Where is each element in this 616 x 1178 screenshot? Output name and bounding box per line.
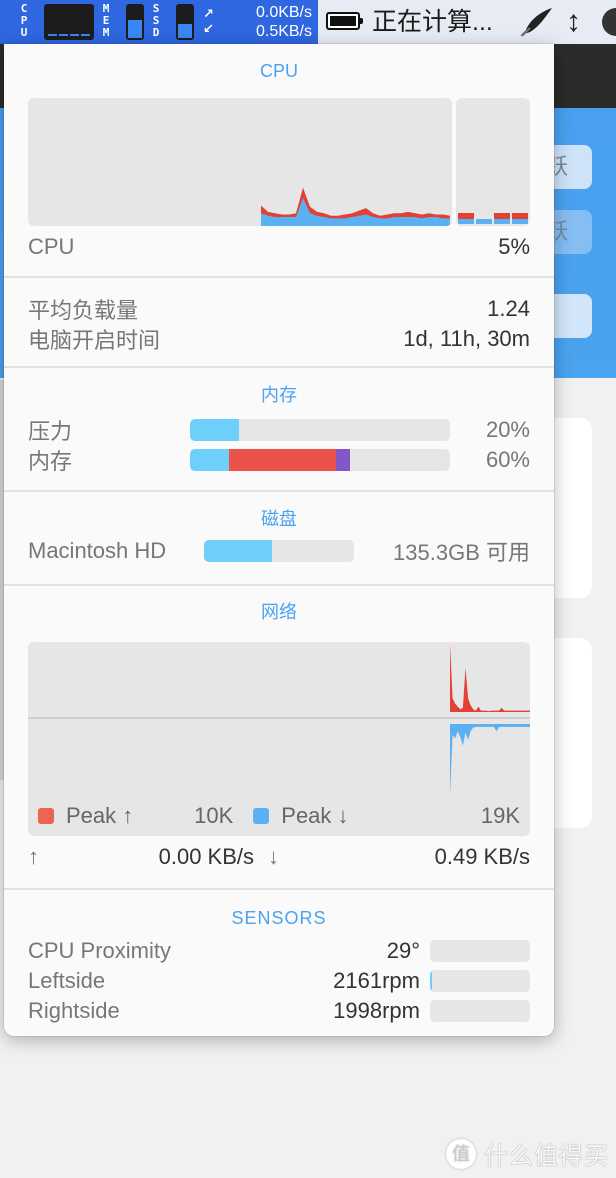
disk-free-value: 135.3GB 可用 xyxy=(393,540,530,565)
cpu-menubar-label: C P U xyxy=(20,2,28,39)
sensor-row: Rightside 1998rpm xyxy=(4,996,554,1026)
mem-gauge-fill xyxy=(128,20,142,38)
memory-pressure-fill xyxy=(190,419,240,441)
memory-pressure-label: 压力 xyxy=(28,419,73,444)
sensor-label: CPU Proximity xyxy=(28,938,172,963)
sensor-bar xyxy=(430,970,530,992)
menubar-overflow-icon[interactable] xyxy=(602,8,616,36)
load-section: 平均负载量 1.24 电脑开启时间 1d, 11h, 30m xyxy=(4,278,554,368)
istat-popup: CPU CPU 5% 平均负载量 1.24 电脑开启时间 1d, 11h, 30… xyxy=(4,44,554,1036)
sensor-row: CPU Proximity 29° xyxy=(4,936,554,966)
cpu-core-bar xyxy=(512,212,528,224)
memory-usage-row: 内存 60% xyxy=(4,445,554,475)
disk-row: Macintosh HD 135.3GB 可用 xyxy=(4,531,554,571)
disk-used-fill xyxy=(204,540,272,562)
cpu-core-user xyxy=(512,218,528,224)
mem-menubar-label: M E M xyxy=(102,2,110,39)
load-average-label: 平均负载量 xyxy=(28,298,139,323)
disk-usage-bar xyxy=(204,540,354,562)
sensor-value: 1998rpm xyxy=(333,998,420,1023)
memory-usage-label: 内存 xyxy=(28,449,73,474)
cpu-core-user xyxy=(494,218,510,224)
cpu-menubar-graph[interactable] xyxy=(44,4,94,40)
memory-pressure-bar xyxy=(190,419,450,441)
network-upload-area xyxy=(450,644,530,712)
peak-down-value: 19K xyxy=(480,803,520,828)
mem-menubar-gauge[interactable] xyxy=(126,4,144,40)
cpu-history-svg xyxy=(261,187,450,226)
sensor-bar xyxy=(430,940,530,962)
sensor-value: 29° xyxy=(386,938,420,963)
peak-down-swatch xyxy=(253,808,270,824)
peak-up-label: Peak ↑ xyxy=(66,803,134,828)
sensor-row: Leftside 2161rpm xyxy=(4,966,554,996)
download-arrow-icon: ↓ xyxy=(268,844,279,869)
ssd-menubar-gauge[interactable] xyxy=(176,4,194,40)
memory-pressure-value: 20% xyxy=(485,417,530,442)
peak-up-swatch xyxy=(38,808,54,824)
watermark-text: 什么值得买 xyxy=(484,1143,609,1170)
sensor-value: 2161rpm xyxy=(333,968,420,993)
network-history-svg xyxy=(450,644,530,796)
cpu-history-chart xyxy=(28,98,452,226)
network-chart-midline xyxy=(28,717,530,719)
memory-active-fill xyxy=(229,449,336,471)
peak-up-value: 10K xyxy=(194,803,234,828)
cpu-core-bar xyxy=(458,212,474,224)
watermark: 值 什么值得买 xyxy=(446,1136,609,1171)
memory-section-title: 内存 xyxy=(261,385,297,405)
disk-section: 磁盘 Macintosh HD 135.3GB 可用 xyxy=(4,492,554,586)
cpu-core-user xyxy=(476,218,492,224)
sensor-label: Rightside xyxy=(28,998,120,1023)
network-menubar-rates[interactable]: 0.0KB/s 0.5KB/s xyxy=(238,3,312,41)
sensor-bar xyxy=(430,1000,530,1022)
sensors-section: SENSORS CPU Proximity 29° Leftside 2161r… xyxy=(4,890,554,1036)
memory-section: 内存 压力 20% 内存 60% xyxy=(4,368,554,492)
network-rates-row: ↑ 0.00 KB/s ↓ 0.49 KB/s xyxy=(28,844,530,870)
uptime-label: 电脑开启时间 xyxy=(28,328,161,353)
network-arrows-icon: ↗ ↙ xyxy=(203,6,214,36)
sensor-fill xyxy=(430,970,432,992)
upload-rate: 0.00 KB/s xyxy=(158,844,254,869)
uptime-value: 1d, 11h, 30m xyxy=(403,326,530,351)
sensors-section-title: SENSORS xyxy=(231,908,327,928)
cpu-section: CPU CPU 5% xyxy=(4,44,554,278)
sensor-label: Leftside xyxy=(28,968,106,993)
cpu-core-user xyxy=(458,218,474,224)
menubar-download-rate: 0.5KB/s xyxy=(255,23,312,40)
cpu-core-bar xyxy=(494,212,510,224)
battery-icon[interactable] xyxy=(326,12,363,30)
network-download-area xyxy=(450,724,530,796)
up-down-arrow-icon[interactable]: ↕ xyxy=(566,4,581,40)
cpu-core-bar xyxy=(476,218,492,224)
menu-bar: C P U M E M S S D ↗ ↙ 0.0KB/s 0.5KB/s 正在… xyxy=(0,0,616,44)
peak-down-label: Peak ↓ xyxy=(281,803,349,828)
load-average-value: 1.24 xyxy=(487,296,530,321)
cpu-value: 5% xyxy=(498,234,530,259)
cpu-cores-chart xyxy=(456,98,530,226)
watermark-logo-icon: 值 xyxy=(446,1138,476,1169)
ssd-menubar-label: S S D xyxy=(152,2,160,39)
feather-icon[interactable] xyxy=(516,4,556,40)
upload-arrow-icon: ↑ xyxy=(28,844,39,869)
memory-usage-value: 60% xyxy=(485,447,530,472)
cpu-section-title: CPU xyxy=(259,61,298,81)
network-section: 网络 Peak ↑ 10K Peak ↓ 19K ↑ 0.00 KB/s ↓ 0… xyxy=(4,586,554,890)
network-section-title: 网络 xyxy=(261,602,297,622)
memory-usage-bar xyxy=(190,449,450,471)
download-rate: 0.49 KB/s xyxy=(434,844,530,869)
disk-section-title: 磁盘 xyxy=(261,509,297,529)
battery-status[interactable]: 正在计算... xyxy=(372,6,493,38)
network-history-chart: Peak ↑ 10K Peak ↓ 19K xyxy=(28,642,530,836)
memory-pressure-row: 压力 20% xyxy=(4,415,554,445)
memory-wired-fill xyxy=(190,449,229,471)
cpu-label: CPU xyxy=(28,234,75,259)
network-legend: Peak ↑ 10K Peak ↓ 19K xyxy=(38,802,520,830)
memory-compressed-fill xyxy=(335,449,350,471)
disk-volume-name: Macintosh HD xyxy=(28,538,167,563)
ssd-gauge-fill xyxy=(178,23,192,38)
menubar-upload-rate: 0.0KB/s xyxy=(255,4,312,21)
